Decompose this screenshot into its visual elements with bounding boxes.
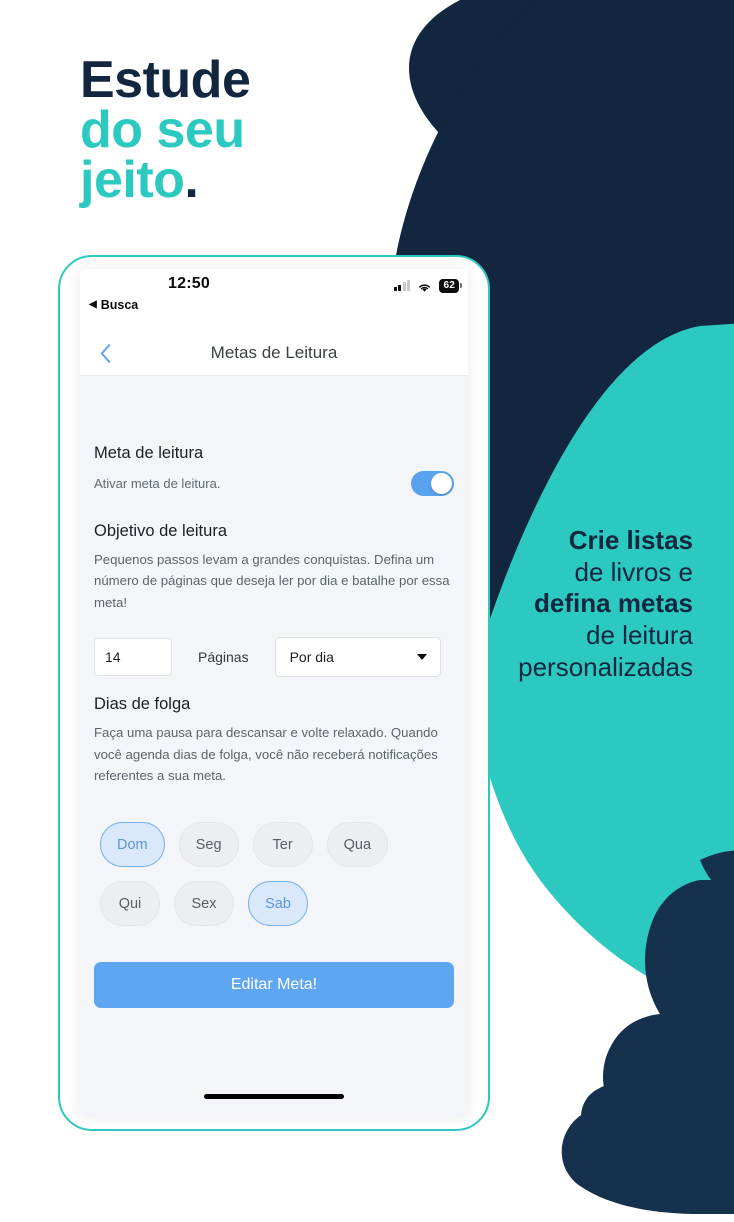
status-bar-back-label: Busca <box>100 298 139 312</box>
goal-enable-label: Ativar meta de leitura. <box>94 476 221 491</box>
headline-line-2: do seu <box>80 100 245 159</box>
day-chip-dom[interactable]: Dom <box>100 822 165 868</box>
pages-input[interactable] <box>94 638 172 677</box>
marketing-screenshot: Estude do seu jeito. Crie listas de livr… <box>0 0 734 1222</box>
objective-description: Pequenos passos levam a grandes conquist… <box>94 552 450 610</box>
day-chip-group: Dom Seg Ter Qua Qui Sex Sab <box>94 822 454 927</box>
headline: Estude do seu jeito. <box>80 51 251 206</box>
status-bar-back-to-app[interactable]: ◀ Busca <box>89 298 138 312</box>
wifi-icon <box>417 280 432 292</box>
headline-period: . <box>184 150 199 209</box>
settings-content: Meta de leitura Ativar meta de leitura. … <box>80 376 468 1009</box>
headline-line-3: jeito. <box>80 154 250 206</box>
status-bar-time: 12:50 <box>168 275 210 292</box>
promo-copy: Crie listas de livros e defina metas de … <box>518 525 693 684</box>
frequency-selected-value: Por dia <box>289 649 334 666</box>
headline-line-3-text: jeito <box>80 150 185 209</box>
phone-mockup: 12:50 ◀ Busca 62 Metas de Leitura Meta d… <box>58 255 490 1131</box>
goal-enable-row: Ativar meta de leitura. <box>94 471 454 496</box>
page-title: Metas de Leitura <box>210 343 338 362</box>
day-chip-ter[interactable]: Ter <box>252 822 313 868</box>
nav-bar: Metas de Leitura <box>80 331 468 376</box>
frequency-select[interactable]: Por dia <box>274 637 441 678</box>
battery-percent: 62 <box>439 279 459 293</box>
objective-section-title: Objetivo de leitura <box>94 522 227 540</box>
signal-bars-icon <box>393 280 411 292</box>
day-chip-sab[interactable]: Sab <box>248 881 308 927</box>
edit-goal-button[interactable]: Editar Meta! <box>94 962 454 1009</box>
day-chip-qui[interactable]: Qui <box>100 881 160 927</box>
promo-line-3: defina metas <box>534 588 693 619</box>
pages-unit-label: Páginas <box>198 649 249 666</box>
reader-illustration <box>561 850 734 1214</box>
toggle-knob <box>431 473 452 494</box>
day-chip-sex[interactable]: Sex <box>174 881 234 927</box>
home-indicator <box>204 1094 344 1099</box>
chevron-down-icon <box>416 654 427 661</box>
goal-section-title: Meta de leitura <box>94 444 204 462</box>
phone-screen: 12:50 ◀ Busca 62 Metas de Leitura Meta d… <box>80 269 468 1117</box>
days-off-description: Faça uma pausa para descansar e volte re… <box>94 725 438 783</box>
day-chip-qua[interactable]: Qua <box>326 822 389 868</box>
content-top-spacer <box>94 376 454 444</box>
back-triangle-icon: ◀ <box>89 299 97 310</box>
day-chip-seg[interactable]: Seg <box>178 822 239 868</box>
headline-line-1: Estude <box>80 51 251 109</box>
battery-icon: 62 <box>439 279 462 293</box>
battery-nub <box>460 283 462 289</box>
goal-input-row: Páginas Por dia <box>94 637 454 678</box>
promo-line-4: de leitura <box>586 620 693 651</box>
days-off-section-title: Dias de folga <box>94 695 191 714</box>
promo-line-1: Crie listas <box>568 525 693 555</box>
promo-line-5: personalizadas <box>518 651 693 682</box>
goal-enable-toggle[interactable] <box>411 471 454 496</box>
status-bar: 12:50 ◀ Busca 62 <box>80 269 468 331</box>
status-bar-indicators: 62 <box>393 279 462 293</box>
promo-line-2: de livros e <box>574 556 694 587</box>
